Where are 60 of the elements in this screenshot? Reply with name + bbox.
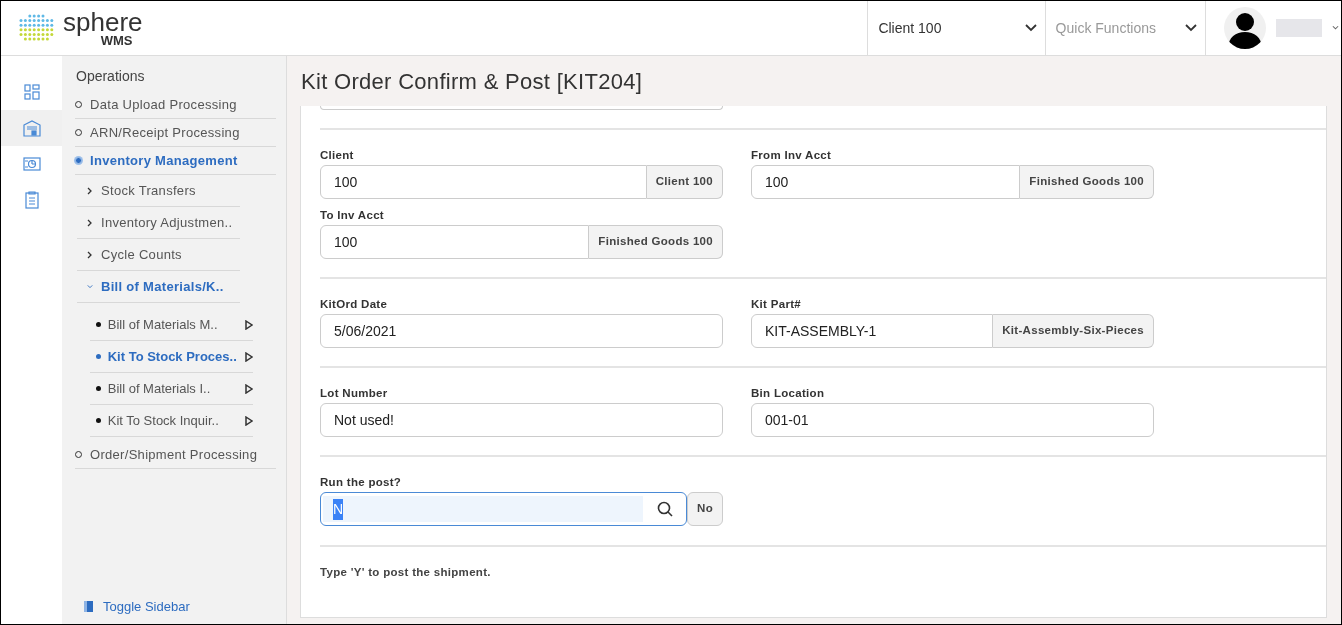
sidebar-item[interactable]: Bill of Materials I..	[90, 373, 253, 405]
input-field[interactable]: 5/06/2021	[320, 314, 723, 348]
sidebar-item[interactable]: Inventory Adjustmen..	[77, 207, 240, 239]
bullet-icon	[96, 386, 101, 391]
field-label: To Inv Acct	[320, 208, 385, 222]
chevron-down-icon	[1185, 24, 1197, 32]
field-label: Kit Part#	[751, 297, 802, 311]
field-description: Kit-Assembly-Six-Pieces	[993, 314, 1154, 348]
search-icon[interactable]	[657, 501, 674, 517]
play-icon	[245, 319, 253, 330]
section-heading: Operations	[75, 67, 146, 86]
play-icon	[245, 383, 253, 394]
input-field[interactable]: 100	[751, 165, 1021, 199]
clipboard-icon[interactable]	[24, 191, 39, 209]
sidebar-item[interactable]: Kit To Stock Inquir..	[90, 405, 253, 437]
logo-text: sphere	[63, 9, 143, 35]
sidebar-item[interactable]: ARN/Receipt Processing	[75, 119, 276, 147]
sidebar-item[interactable]: Bill of Materials M..	[90, 309, 253, 341]
sidebar-item[interactable]: Cycle Counts	[77, 239, 240, 271]
sidebar-item[interactable]: Kit To Stock Proces..	[90, 341, 253, 373]
sidebar-item[interactable]: Bill of Materials/K..	[77, 271, 240, 303]
chart-icon[interactable]	[22, 156, 41, 172]
client-dropdown[interactable]: Client 100	[867, 1, 1045, 55]
avatar-icon[interactable]	[1224, 7, 1266, 49]
sidebar-item[interactable]: Stock Transfers	[77, 175, 240, 207]
field-label: Bin Location	[751, 386, 826, 400]
sidebar-item[interactable]: Data Upload Processing	[75, 91, 276, 119]
help-text: Type 'Y' to post the shipment.	[320, 565, 492, 579]
field-description: Finished Goods 100	[589, 225, 723, 259]
input-field[interactable]: 100	[320, 165, 647, 199]
lookup-field[interactable]: N	[320, 492, 688, 526]
warehouse-icon[interactable]	[22, 119, 41, 137]
sidebar-item[interactable]: Order/Shipment Processing	[75, 441, 276, 469]
field-description: Finished Goods 100	[1020, 165, 1154, 199]
input-field[interactable]: KIT-ASSEMBLY-1	[751, 314, 994, 348]
field-label: KitOrd Date	[320, 297, 389, 311]
field-label: Lot Number	[320, 386, 389, 400]
field-description: Client 100	[646, 165, 723, 199]
field-label: Run the post?	[320, 475, 403, 489]
redaction-block	[1276, 19, 1322, 37]
input-field[interactable]: 001-01	[751, 403, 1154, 437]
sidebar-toggle-icon	[84, 600, 93, 612]
bullet-icon	[75, 157, 82, 164]
bullet-icon	[96, 418, 101, 423]
play-icon	[245, 415, 253, 426]
toggle-sidebar-link[interactable]: Toggle Sidebar	[84, 596, 286, 616]
input-field[interactable]: Not used!	[320, 403, 723, 437]
bullet-icon	[96, 322, 101, 327]
field-label: From Inv Acct	[751, 148, 833, 162]
play-icon	[245, 351, 253, 362]
sidebar-item[interactable]: Inventory Management	[75, 147, 276, 175]
input-field[interactable]: 100	[320, 225, 590, 259]
field-label: Client	[320, 148, 355, 162]
bullet-icon	[96, 354, 101, 359]
field-description: No	[687, 492, 723, 526]
chevron-down-icon	[1024, 24, 1037, 32]
page-title: Kit Order Confirm & Post [KIT204]	[300, 67, 644, 96]
chevron-down-icon[interactable]	[1332, 25, 1339, 31]
logo-subtext: WMS	[100, 34, 133, 47]
dashboard-icon[interactable]	[23, 84, 40, 100]
